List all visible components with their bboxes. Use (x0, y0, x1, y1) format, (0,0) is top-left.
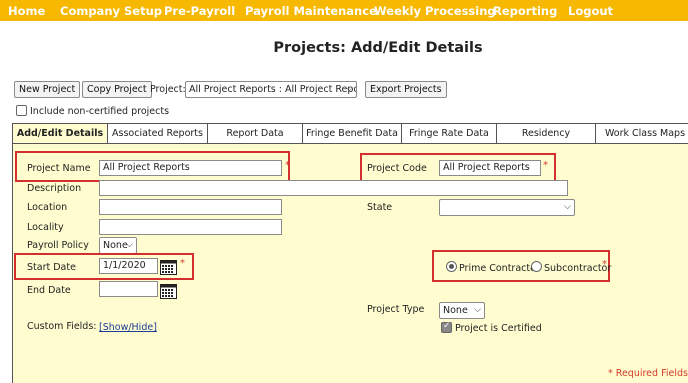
state-label: State (367, 202, 393, 213)
tab-report-data[interactable]: Report Data (207, 123, 303, 144)
nav-weekly-processing[interactable]: Weekly Processing (374, 4, 496, 18)
locality-input[interactable] (99, 219, 282, 235)
payroll-policy-select[interactable]: None ⌵ (99, 237, 137, 254)
new-project-button[interactable]: New Project (14, 81, 81, 98)
tab-add-edit-details[interactable]: Add/Edit Details (12, 123, 108, 144)
copy-project-button[interactable]: Copy Project (82, 81, 152, 98)
is-certified-checkbox[interactable] (441, 321, 452, 333)
project-select[interactable]: All Project Reports : All Project Report… (185, 81, 357, 98)
nav-company-setup[interactable]: Company Setup (60, 4, 162, 18)
tab-bar: Add/Edit Details Associated Reports Repo… (12, 123, 688, 144)
tab-fringe-benefit-data[interactable]: Fringe Benefit Data (302, 123, 402, 144)
tab-work-class-maps[interactable]: Work Class Maps (595, 123, 688, 144)
start-date-input[interactable]: 1/1/2020 (99, 258, 158, 274)
contractor-required: * (602, 259, 607, 270)
nav-reporting[interactable]: Reporting (493, 4, 557, 18)
tab-fringe-rate-data[interactable]: Fringe Rate Data (401, 123, 497, 144)
payroll-policy-value: None (103, 240, 128, 251)
prime-contractor-radio[interactable] (446, 261, 457, 272)
required-fields-note: * Required Fields (608, 368, 688, 379)
project-label: Project: (150, 84, 186, 95)
include-noncertified-checkbox[interactable] (16, 105, 27, 116)
description-label: Description (27, 183, 82, 194)
calendar-icon[interactable] (160, 283, 177, 299)
end-date-input[interactable] (99, 281, 158, 297)
project-type-label: Project Type (367, 304, 425, 315)
project-name-required: * (285, 160, 290, 171)
project-code-label: Project Code (367, 163, 427, 174)
chevron-down-icon: ⌵ (564, 202, 571, 212)
nav-payroll-maintenance[interactable]: Payroll Maintenance (245, 4, 377, 18)
nav-home[interactable]: Home (8, 4, 45, 18)
project-type-value: None (443, 305, 468, 316)
end-date-label: End Date (27, 285, 71, 296)
prime-contractor-label: Prime Contractor (459, 263, 540, 274)
project-select-value: All Project Reports : All Project Report… (189, 84, 357, 95)
location-input[interactable] (99, 199, 282, 215)
nav-logout[interactable]: Logout (568, 4, 613, 18)
top-nav: Home Company Setup Pre-Payroll Payroll M… (0, 0, 688, 21)
start-date-label: Start Date (27, 262, 76, 273)
chevron-down-icon: ⌵ (346, 84, 353, 94)
show-hide-link[interactable]: [Show/Hide] (99, 322, 157, 333)
subcontractor-radio[interactable] (531, 261, 542, 272)
project-code-input[interactable]: All Project Reports (439, 160, 541, 176)
chevron-down-icon: ⌵ (126, 240, 133, 250)
tab-associated-reports[interactable]: Associated Reports (107, 123, 208, 144)
start-date-required: * (180, 258, 185, 269)
location-label: Location (27, 202, 68, 213)
custom-fields-label: Custom Fields: (27, 321, 97, 332)
export-projects-button[interactable]: Export Projects (365, 81, 447, 98)
project-name-input[interactable]: All Project Reports (99, 160, 282, 176)
chevron-down-icon: ⌵ (474, 305, 481, 315)
state-select[interactable]: ⌵ (439, 199, 575, 216)
locality-label: Locality (27, 222, 64, 233)
project-code-required: * (543, 160, 548, 171)
include-noncertified-label: Include non-certified projects (30, 106, 170, 117)
project-name-label: Project Name (27, 163, 91, 174)
tab-residency[interactable]: Residency (496, 123, 596, 144)
calendar-icon[interactable] (160, 259, 177, 275)
description-input[interactable] (99, 180, 568, 196)
project-type-select[interactable]: None ⌵ (439, 302, 485, 319)
page-title: Projects: Add/Edit Details (273, 40, 483, 56)
payroll-policy-label: Payroll Policy (27, 240, 89, 251)
is-certified-label: Project is Certified (455, 323, 542, 334)
nav-pre-payroll[interactable]: Pre-Payroll (164, 4, 235, 18)
